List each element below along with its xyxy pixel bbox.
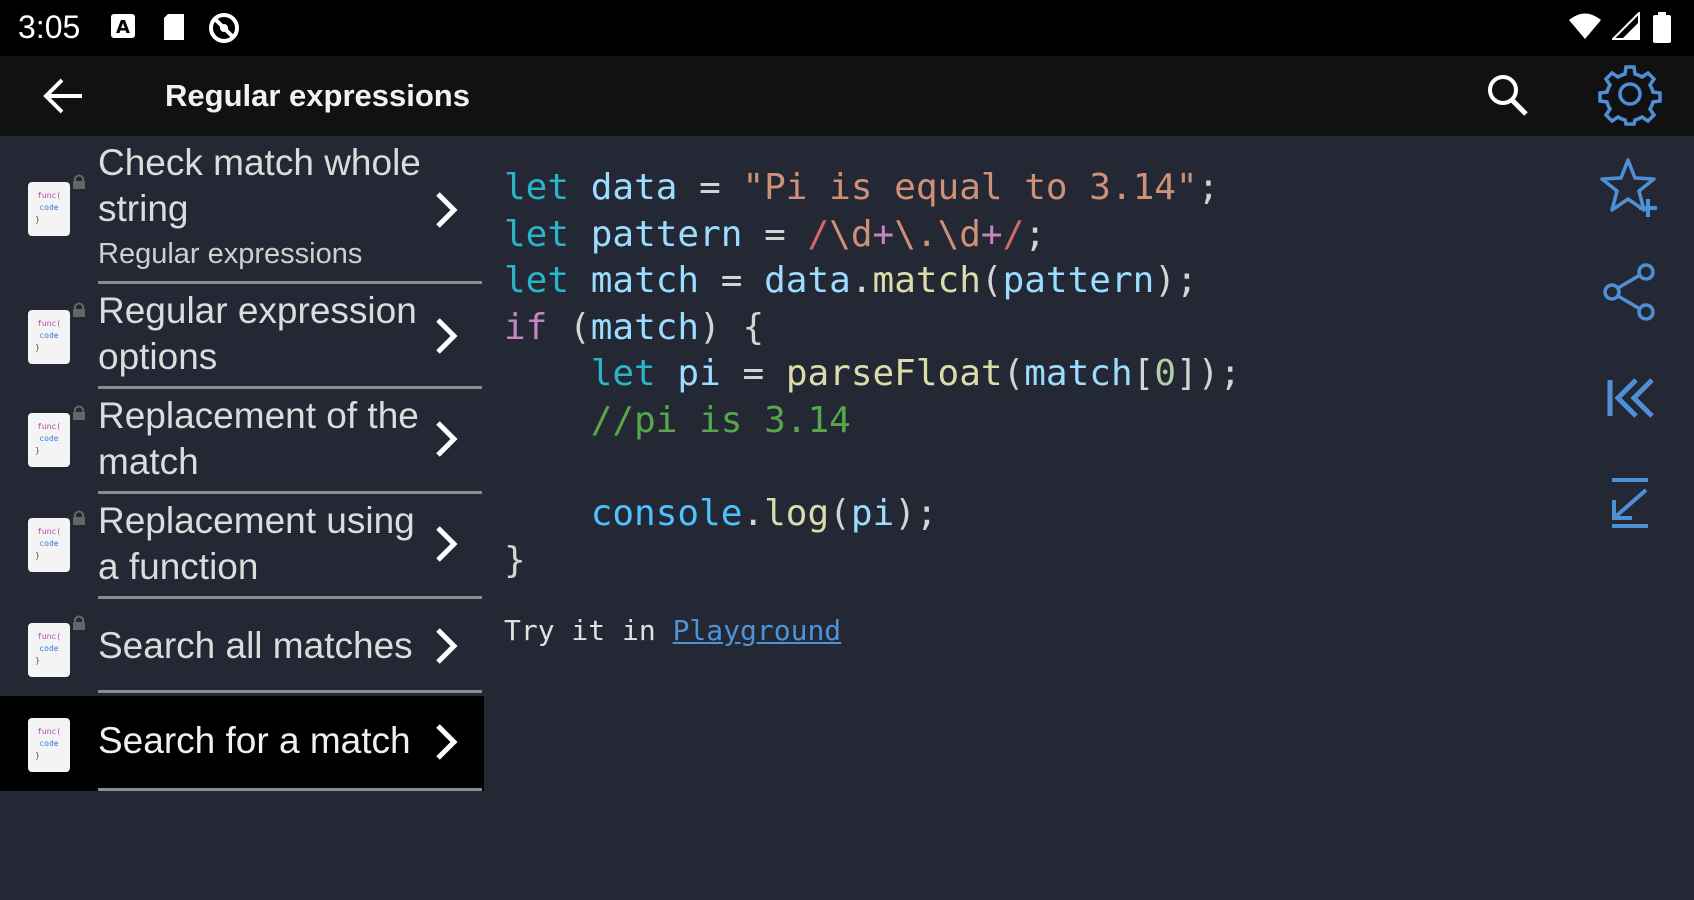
arrow-back-icon (43, 78, 82, 114)
search-button[interactable] (1482, 70, 1534, 122)
svg-text:code: code (39, 331, 58, 340)
list-item[interactable]: func( code } Check match whole string Re… (0, 136, 484, 284)
status-bar: 3:05 A (0, 0, 1694, 56)
battery-icon (1653, 12, 1671, 43)
list-item-subtitle: Regular expressions (98, 238, 363, 270)
svg-text:func(: func( (37, 422, 61, 431)
svg-text:func(: func( (37, 632, 61, 641)
svg-text:}: } (35, 751, 40, 760)
share-icon (1603, 263, 1655, 321)
wifi-icon (1569, 13, 1601, 39)
code-line: console.log(pi); (590, 493, 938, 535)
list-item-label: Search for a match (98, 720, 411, 761)
sd-card-icon (164, 14, 184, 40)
code-line: let match = data.match(pattern); (504, 260, 1198, 302)
svg-text:func(: func( (37, 527, 61, 536)
search-icon (1488, 75, 1528, 116)
playground-link[interactable]: Playground (673, 614, 842, 647)
scroll-to-bottom-icon (1612, 478, 1648, 528)
dnd-icon (209, 13, 239, 43)
code-document-icon: func( code } (28, 518, 70, 572)
chevron-right-icon (436, 421, 458, 457)
svg-text:code: code (39, 644, 58, 653)
chevron-right-icon (436, 526, 458, 562)
svg-text:}: } (35, 551, 40, 560)
svg-text:}: } (35, 343, 40, 352)
list-item-title: Check match whole string (98, 142, 421, 229)
code-document-icon: func( code } (28, 182, 70, 236)
list-item-label: Search all matches (98, 625, 413, 666)
chevron-right-icon (436, 628, 458, 664)
code-block: let data = "Pi is equal to 3.14"; let pa… (504, 165, 1241, 584)
share-button[interactable] (1598, 260, 1662, 324)
svg-text:}: } (35, 446, 40, 455)
topic-list: func( code } Check match whole string Re… (0, 136, 484, 900)
list-item[interactable]: func( code } Search all matches (0, 599, 484, 694)
chevron-right-icon (436, 192, 458, 228)
svg-text:}: } (35, 656, 40, 665)
status-time: 3:05 (18, 9, 81, 45)
code-line: let data = "Pi is equal to 3.14"; (504, 167, 1220, 208)
list-item[interactable]: func( code } Regular expression options (0, 284, 484, 389)
lock-icon (73, 174, 85, 189)
first-page-button[interactable] (1598, 366, 1662, 430)
list-item[interactable]: func( code } Replacement using a functio… (0, 494, 484, 599)
lock-icon (73, 405, 85, 420)
first-page-icon (1607, 378, 1654, 418)
code-line: if (match) { (504, 306, 765, 348)
back-button[interactable] (38, 70, 90, 122)
svg-text:code: code (39, 203, 58, 212)
list-item-label: Replacement using a function (98, 500, 415, 587)
code-document-icon: func( code } (28, 413, 70, 467)
star-add-icon (1600, 158, 1657, 217)
divider (98, 788, 482, 791)
lock-icon (73, 510, 85, 525)
svg-text:func(: func( (37, 727, 61, 736)
list-item-selected[interactable]: func( code } Search for a match (0, 696, 484, 791)
list-item[interactable]: func( code } Replacement of the match (0, 389, 484, 494)
list-item-label: Replacement of the match (98, 395, 419, 482)
code-line: let pattern = /\d+\.\d+/; (504, 213, 1046, 255)
chevron-right-icon (436, 724, 458, 760)
list-item-label: Check match whole string Regular express… (98, 140, 438, 274)
code-document-icon: func( code } (28, 310, 70, 364)
lock-icon (73, 302, 85, 317)
app-bar: Regular expressions (0, 56, 1694, 136)
gear-icon (1598, 65, 1662, 126)
list-item-label: Regular expression options (98, 290, 417, 377)
a-notification-icon: A (111, 14, 135, 38)
scroll-to-bottom-button[interactable] (1598, 470, 1662, 534)
code-line: //pi is 3.14 (590, 399, 851, 441)
signal-icon (1612, 12, 1640, 40)
svg-text:func(: func( (37, 319, 61, 328)
add-favorite-button[interactable] (1598, 155, 1662, 219)
svg-text:}: } (35, 215, 40, 224)
divider (98, 690, 482, 693)
page-title: Regular expressions (165, 78, 470, 113)
svg-text:func(: func( (37, 191, 61, 200)
lock-icon (73, 615, 85, 630)
code-document-icon: func( code } (28, 718, 70, 772)
try-it-prefix: Try it in (504, 614, 673, 647)
chevron-right-icon (436, 318, 458, 354)
code-line: let pi = parseFloat(match[0]); (590, 353, 1242, 395)
svg-text:A: A (116, 17, 130, 38)
code-document-icon: func( code } (28, 623, 70, 677)
try-it-text: Try it in Playground (504, 614, 841, 647)
svg-text:code: code (39, 434, 58, 443)
code-line: } (504, 539, 526, 581)
svg-text:code: code (39, 539, 58, 548)
settings-button[interactable] (1598, 64, 1662, 128)
svg-text:code: code (39, 739, 58, 748)
